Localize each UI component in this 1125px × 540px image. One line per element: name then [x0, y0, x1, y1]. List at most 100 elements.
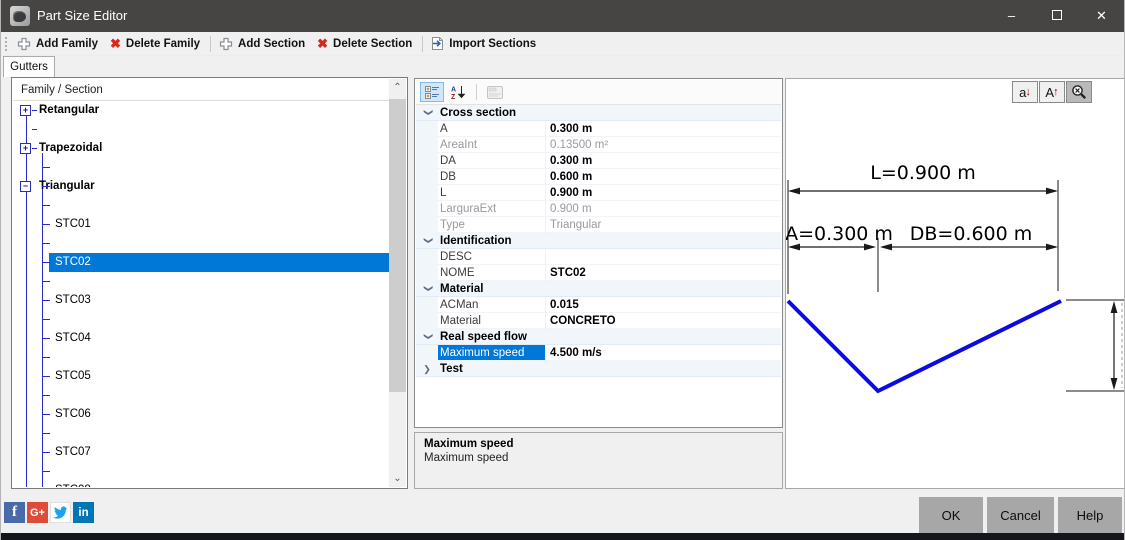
tree-item-retangular[interactable]: + Retangular [13, 101, 389, 120]
help-button[interactable]: Help [1058, 497, 1122, 533]
tree-item-stc08[interactable]: STC08 [13, 481, 389, 487]
toolbar-grip[interactable] [4, 35, 8, 52]
property-grid-toolbar: A Z [416, 80, 781, 105]
triangular-section-outline [786, 299, 1062, 394]
tree-connector-line [42, 167, 50, 168]
property-value[interactable]: 0.13500 m² [546, 137, 781, 153]
facebook-icon[interactable]: f [4, 502, 25, 523]
tree-connector-line [42, 224, 50, 225]
tree-connector-line [32, 129, 37, 130]
linkedin-icon[interactable]: in [73, 502, 94, 523]
property-row-type[interactable]: Type Triangular [416, 217, 781, 233]
ok-button[interactable]: OK [919, 497, 983, 533]
tree-item-trapezoidal[interactable]: + Trapezoidal [13, 139, 389, 158]
cancel-button[interactable]: Cancel [987, 497, 1054, 533]
dim-label-L: L=0.900 m [870, 162, 975, 184]
property-row-desc[interactable]: DESC [416, 249, 781, 265]
tree-item-stc03[interactable]: STC03 [13, 291, 389, 310]
tree-item-label: STC08 [52, 481, 94, 487]
property-name: DA [438, 153, 546, 169]
tree-connector-line [42, 262, 50, 263]
close-button[interactable]: ✕ [1079, 0, 1124, 32]
property-category-cross-section[interactable]: ❮ Cross section [416, 105, 781, 121]
tree-item-stc02[interactable]: STC02 [13, 253, 389, 272]
tree-scrollbar[interactable]: ⌃ ⌄ [389, 79, 406, 487]
property-row-gutter [416, 121, 438, 137]
tree-connector-line [32, 148, 37, 149]
property-row-gutter [416, 297, 438, 313]
zoom-reset-button[interactable] [1066, 81, 1092, 103]
toolbar-button-delete-section[interactable]: ✖ Delete Section [312, 35, 419, 52]
toolbar-separator [422, 35, 424, 52]
category-label: Real speed flow [440, 331, 527, 343]
property-row-db[interactable]: DB 0.600 m [416, 169, 781, 185]
main-toolbar: Add Family ✖ Delete Family Add Section ✖ Dele… [1, 32, 1124, 56]
diagram-zoom-toolbar: a ↓ A ↑ [1011, 81, 1092, 103]
tree-item-stc01[interactable]: STC01 [13, 215, 389, 234]
google-plus-icon[interactable]: G+ [27, 502, 48, 523]
property-value[interactable]: Triangular [546, 217, 781, 233]
collapse-minus-icon[interactable]: − [20, 181, 31, 192]
magnifier-x-icon [1072, 85, 1087, 100]
property-pages-button [483, 82, 507, 102]
tree-item-stc04[interactable]: STC04 [13, 329, 389, 348]
part-size-editor-window: Part Size Editor – ✕ Add Family ✖ Delete F… [0, 0, 1125, 540]
import-icon [432, 37, 444, 50]
property-name: ACMan [438, 297, 546, 313]
twitter-icon[interactable] [50, 502, 71, 523]
app-icon [10, 6, 30, 26]
toolbar-button-add-section[interactable]: Add Section [214, 35, 312, 53]
property-value[interactable]: 0.300 m [546, 121, 781, 137]
property-value[interactable] [546, 249, 781, 265]
font-increase-button[interactable]: A ↑ [1039, 81, 1065, 103]
toolbar-button-add-family[interactable]: Add Family [12, 35, 105, 53]
property-row-larguraext[interactable]: LarguraExt 0.900 m [416, 201, 781, 217]
toolbar-button-label: Delete Family [125, 37, 201, 50]
property-value[interactable]: 0.900 m [546, 185, 781, 201]
toolbar-button-import-sections[interactable]: Import Sections [426, 34, 543, 53]
category-label: Material [440, 283, 484, 295]
property-category-test[interactable]: ❯ Test [416, 361, 781, 377]
tree-item-stc06[interactable]: STC06 [13, 405, 389, 424]
property-row-maximum-speed[interactable]: Maximum speed 4.500 m/s [416, 345, 781, 361]
tree-connector-line [42, 281, 50, 282]
property-value[interactable]: 4.500 m/s [546, 345, 781, 361]
property-value[interactable]: CONCRETO [546, 313, 781, 329]
property-value[interactable]: 0.900 m [546, 201, 781, 217]
scrollbar-thumb[interactable] [389, 99, 406, 392]
social-links: f G+ in [4, 502, 94, 523]
toolbar-button-label: Import Sections [449, 37, 537, 50]
chevron-right-icon[interactable]: ❯ [416, 361, 438, 376]
tree-item-stc05[interactable]: STC05 [13, 367, 389, 386]
tree-item-triangular[interactable]: − Triangular [13, 177, 389, 196]
property-value[interactable]: 0.600 m [546, 169, 781, 185]
expand-plus-icon[interactable]: + [20, 143, 31, 154]
property-category-material[interactable]: ❮ Material [416, 281, 781, 297]
font-decrease-button[interactable]: a ↓ [1012, 81, 1038, 103]
scroll-up-icon[interactable]: ⌃ [389, 79, 406, 96]
property-value[interactable]: 0.300 m [546, 153, 781, 169]
property-row-l[interactable]: L 0.900 m [416, 185, 781, 201]
scroll-down-icon[interactable]: ⌄ [389, 470, 406, 487]
toolbar-button-delete-family[interactable]: ✖ Delete Family [105, 35, 207, 52]
expand-plus-icon[interactable]: + [20, 105, 31, 116]
tree-item-stc07[interactable]: STC07 [13, 443, 389, 462]
property-name: Type [438, 217, 546, 233]
property-category-real-speed-flow[interactable]: ❮ Real speed flow [416, 329, 781, 345]
alphabetical-sort-button[interactable]: A Z [446, 82, 470, 102]
property-row-a[interactable]: A 0.300 m [416, 121, 781, 137]
property-row-material[interactable]: Material CONCRETO [416, 313, 781, 329]
property-row-nome[interactable]: NOME STC02 [416, 265, 781, 281]
property-value[interactable]: STC02 [546, 265, 781, 281]
categorized-view-button[interactable] [420, 82, 444, 102]
maximize-button[interactable] [1034, 0, 1079, 32]
minimize-button[interactable]: – [989, 0, 1034, 32]
property-row-acman[interactable]: ACMan 0.015 [416, 297, 781, 313]
property-category-identification[interactable]: ❮ Identification [416, 233, 781, 249]
property-value[interactable]: 0.015 [546, 297, 781, 313]
property-row-gutter [416, 345, 438, 361]
tab-gutters[interactable]: Gutters [3, 56, 55, 77]
property-row-da[interactable]: DA 0.300 m [416, 153, 781, 169]
tree-column-header[interactable]: Family / Section [13, 79, 389, 101]
property-row-areaint[interactable]: AreaInt 0.13500 m² [416, 137, 781, 153]
